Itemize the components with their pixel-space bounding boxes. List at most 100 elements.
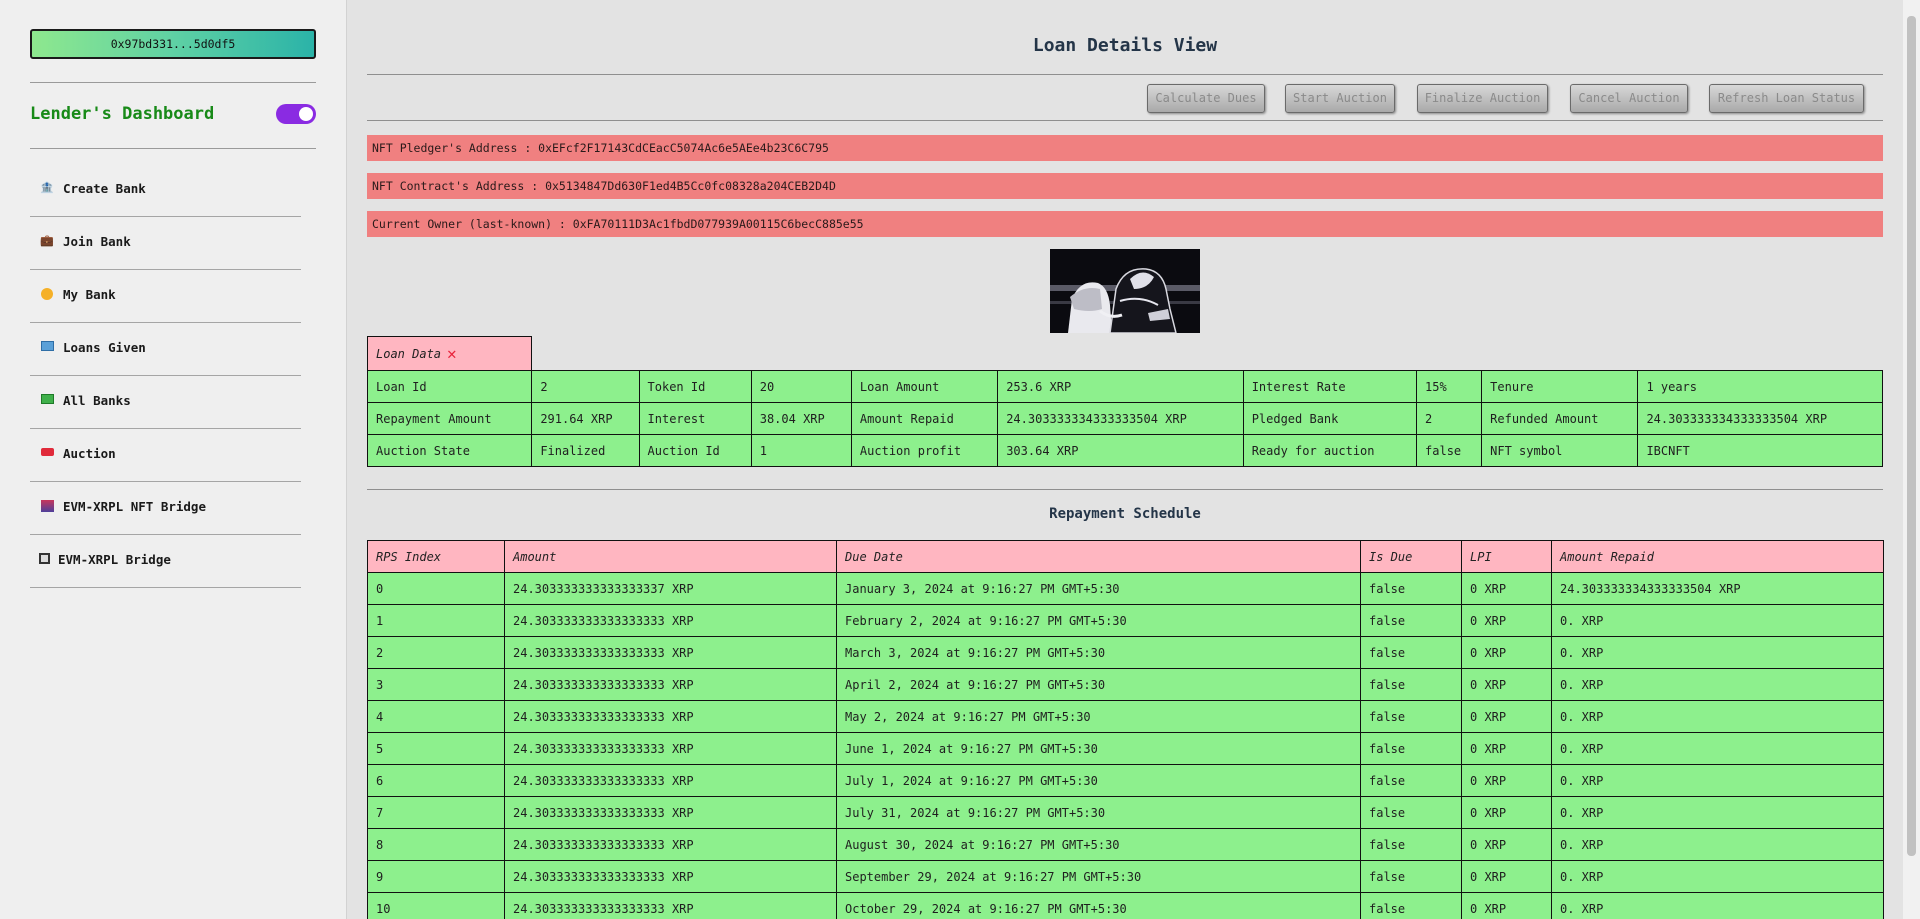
table-cell: false (1360, 764, 1462, 797)
table-cell: 0 XRP (1461, 668, 1552, 701)
wallet-address-button[interactable]: 0x97bd331...5d0df5 (30, 29, 316, 59)
framed-picture-icon (37, 553, 51, 565)
sidebar-item-evm-xrpl-nft-bridge[interactable]: EVM-XRPL NFT Bridge (30, 480, 301, 532)
table-cell: 0. XRP (1551, 828, 1884, 861)
table-cell: Amount Repaid (850, 402, 999, 435)
table-cell: Auction profit (850, 434, 999, 467)
sidebar-item-label: Join Bank (63, 233, 131, 249)
table-cell: 24.303333333333333333 XRP (504, 828, 837, 861)
table-cell: 24.303333333333333333 XRP (504, 796, 837, 829)
sidebar-item-label: Create Bank (63, 180, 146, 196)
sidebar-item-label: EVM-XRPL Bridge (58, 551, 171, 567)
table-cell: false (1416, 434, 1483, 467)
table-cell: IBCNFT (1637, 434, 1883, 467)
loan-data-tab-label: Loan Data (376, 347, 442, 361)
table-cell: 0 XRP (1461, 732, 1552, 765)
repayment-schedule-title: Repayment Schedule (1049, 506, 1201, 522)
bridge-icon (40, 500, 54, 512)
table-cell: 253.6 XRP (997, 370, 1244, 403)
nft-artwork-icon (1050, 249, 1200, 333)
toggle-knob (299, 107, 313, 121)
table-cell: 0 XRP (1461, 604, 1552, 637)
page-title: Loan Details View (1032, 35, 1218, 56)
briefcase-icon: 💼 (40, 234, 54, 247)
page-scrollbar[interactable] (1903, 0, 1920, 919)
table-cell: 0. XRP (1551, 796, 1884, 829)
table-cell: Interest (638, 402, 752, 435)
table-cell: false (1360, 892, 1462, 919)
refresh-loan-status-button[interactable]: Refresh Loan Status (1709, 84, 1864, 113)
sidebar-item-label: All Banks (63, 392, 131, 408)
table-row: 3 24.303333333333333333 XRP April 2, 2024 … (367, 668, 1884, 701)
table-cell: 0. XRP (1551, 668, 1884, 701)
table-cell: 20 (750, 370, 852, 403)
table-cell: 2 (1416, 402, 1483, 435)
table-row: Repayment Amount 291.64 XRP Interest 38.… (366, 402, 1883, 435)
calculate-dues-button[interactable]: Calculate Dues (1147, 84, 1265, 113)
column-header: LPI (1461, 540, 1552, 573)
table-cell: July 31, 2024 at 9:16:27 PM GMT+5:30 (836, 796, 1361, 829)
table-cell: false (1360, 796, 1462, 829)
table-row: 2 24.303333333333333333 XRP March 3, 2024 … (367, 636, 1884, 669)
loan-data-tab[interactable]: Loan Data ✕ (367, 336, 532, 371)
table-cell: 1 (367, 604, 505, 637)
repayment-schedule-table: RPS Index Amount Due Date Is Due LPI Amo… (367, 540, 1884, 919)
sidebar-item-label: Auction (63, 445, 116, 461)
sidebar-item-loans-given[interactable]: Loans Given (30, 321, 301, 373)
nft-contract-address: NFT Contract's Address : 0x5134847Dd630F… (367, 173, 1883, 199)
sidebar-item-join-bank[interactable]: 💼 Join Bank (30, 215, 301, 267)
sidebar-item-auction[interactable]: Auction (30, 427, 301, 479)
table-row: 5 24.303333333333333333 XRP June 1, 2024 a… (367, 732, 1884, 765)
table-cell: Refunded Amount (1481, 402, 1639, 435)
divider (367, 74, 1883, 75)
table-cell: 0. XRP (1551, 892, 1884, 919)
table-cell: 38.04 XRP (750, 402, 852, 435)
table-cell: 2 (531, 370, 640, 403)
table-cell: Ready for auction (1242, 434, 1418, 467)
table-cell: 0. XRP (1551, 764, 1884, 797)
table-cell: Loan Amount (850, 370, 999, 403)
scrollbar-thumb[interactable] (1907, 16, 1916, 856)
close-icon[interactable]: ✕ (447, 344, 457, 363)
table-cell: 0 (367, 572, 505, 605)
table-cell: 24.303333333333333333 XRP (504, 700, 837, 733)
nft-image (1050, 249, 1200, 333)
table-row: 6 24.303333333333333333 XRP July 1, 2024 a… (367, 764, 1884, 797)
sidebar-item-evm-xrpl-bridge[interactable]: EVM-XRPL Bridge (30, 533, 301, 585)
table-cell: 0 XRP (1461, 796, 1552, 829)
cancel-auction-button[interactable]: Cancel Auction (1570, 84, 1688, 113)
start-auction-button[interactable]: Start Auction (1285, 84, 1395, 113)
finalize-auction-button[interactable]: Finalize Auction (1417, 84, 1548, 113)
sidebar-item-my-bank[interactable]: My Bank (30, 268, 301, 320)
table-cell: 0 XRP (1461, 892, 1552, 919)
table-cell: 24.303333334333333504 XRP (1637, 402, 1883, 435)
table-cell: February 2, 2024 at 9:16:27 PM GMT+5:30 (836, 604, 1361, 637)
table-cell: 303.64 XRP (997, 434, 1244, 467)
table-cell: 24.303333333333333333 XRP (504, 892, 837, 919)
table-row: 7 24.303333333333333333 XRP July 31, 2024 … (367, 796, 1884, 829)
sidebar-item-all-banks[interactable]: All Banks (30, 374, 301, 426)
column-header: Is Due (1360, 540, 1462, 573)
dashboard-title: Lender's Dashboard (30, 104, 215, 124)
table-cell: Interest Rate (1242, 370, 1418, 403)
coin-icon (40, 288, 54, 300)
table-cell: 0 XRP (1461, 636, 1552, 669)
table-row: 8 24.303333333333333333 XRP August 30, 202… (367, 828, 1884, 861)
dashboard-toggle[interactable] (276, 104, 316, 124)
table-cell: 10 (367, 892, 505, 919)
table-row: 10 24.303333333333333333 XRP October 29, 2… (367, 892, 1884, 919)
divider (367, 489, 1883, 490)
table-cell: 0 XRP (1461, 764, 1552, 797)
table-header-row: RPS Index Amount Due Date Is Due LPI Amo… (367, 540, 1884, 573)
loan-data-table: Loan Id 2 Token Id 20 Loan Amount 253.6 … (366, 370, 1883, 467)
table-cell: Tenure (1481, 370, 1639, 403)
sidebar-item-create-bank[interactable]: 🏦 Create Bank (30, 162, 301, 214)
table-cell: 4 (367, 700, 505, 733)
table-cell: 0 XRP (1461, 860, 1552, 893)
table-cell: NFT symbol (1481, 434, 1639, 467)
sidebar-item-label: Loans Given (63, 339, 146, 355)
table-row: 0 24.303333333333333337 XRP January 3, 202… (367, 572, 1884, 605)
table-cell: 24.303333333333333337 XRP (504, 572, 837, 605)
sidebar-item-label: My Bank (63, 286, 116, 302)
table-cell: Repayment Amount (366, 402, 533, 435)
